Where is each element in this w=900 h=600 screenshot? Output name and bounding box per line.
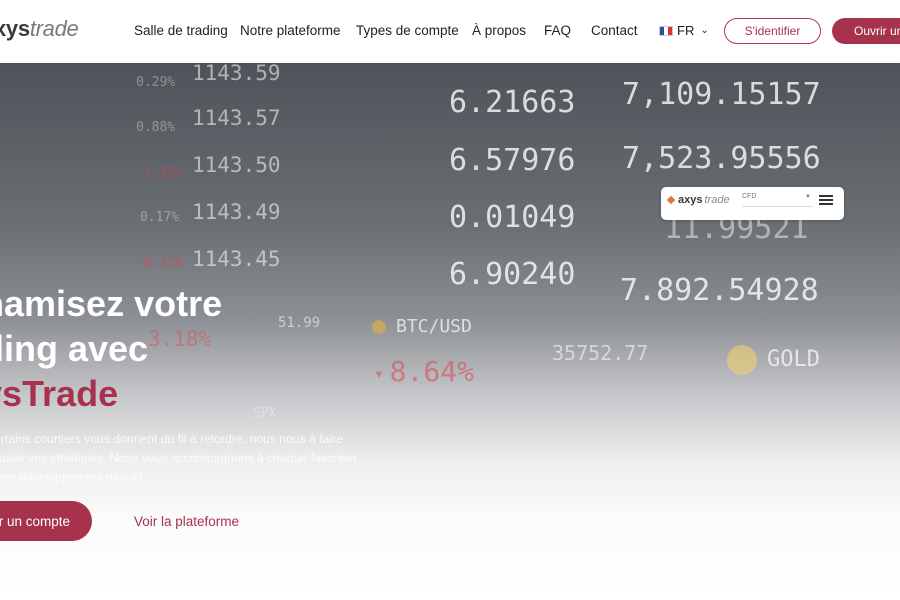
nav-contact[interactable]: Contact — [591, 23, 638, 38]
headline-line: namisez votre — [0, 283, 223, 324]
bitcoin-icon — [372, 320, 386, 334]
hero-description: certains courtiers vous donnent du fil à… — [0, 432, 358, 484]
ticker-percent: -1.32% — [136, 166, 183, 181]
gold-icon — [727, 345, 757, 375]
ticker-value: 1143.59 — [192, 63, 281, 85]
logo-mark-icon — [666, 195, 676, 205]
instrument-select[interactable]: CFD ▼ — [742, 193, 813, 207]
crypto-price: 35752.77 — [552, 341, 649, 365]
login-button[interactable]: S'identifier — [724, 18, 821, 44]
open-account-cta-button[interactable]: r un compte — [0, 501, 92, 541]
ticker-value: 1143.57 — [192, 106, 281, 130]
hamburger-menu-icon[interactable] — [819, 195, 833, 207]
nav-faq[interactable]: FAQ — [544, 23, 571, 38]
ticker-value: 1143.45 — [192, 247, 281, 271]
view-platform-link[interactable]: Voir la plateforme — [134, 514, 239, 529]
ticker-percent: 0.88% — [136, 120, 176, 135]
ticker-value: 0.01049 — [449, 200, 576, 235]
ticker-value: 6.90240 — [449, 257, 576, 292]
chevron-down-icon: ⌄ — [700, 25, 709, 36]
hero-section: 6.21663 6.57976 0.01049 6.90240 7,109.15… — [0, 63, 900, 600]
ticker-value: 6.57976 — [449, 143, 576, 178]
nav-platform[interactable]: Notre plateforme — [240, 23, 341, 38]
open-account-button[interactable]: Ouvrir un c — [832, 18, 900, 44]
ticker-value: 51.99 — [278, 315, 321, 331]
ticker-value: 7,523.95556 — [622, 141, 821, 176]
platform-preview-widget[interactable]: axys trade CFD ▼ — [661, 187, 844, 220]
nav-about[interactable]: À propos — [472, 23, 526, 38]
ticker-value: 1143.50 — [192, 153, 281, 177]
crypto-symbol: BTC/USD — [372, 316, 472, 337]
ticker-value: 6.21663 — [449, 85, 576, 120]
nav-account-types[interactable]: Types de compte — [356, 23, 459, 38]
france-flag-icon — [659, 25, 673, 36]
site-header: xystrade Salle de trading Notre platefor… — [0, 0, 900, 63]
ticker-value: 1143.49 — [192, 200, 281, 224]
arrow-down-icon: ▾ — [374, 363, 384, 383]
brand-logo[interactable]: xystrade — [0, 16, 79, 42]
chevron-down-icon: ▼ — [805, 194, 811, 200]
ticker-percent: 0.17% — [140, 210, 180, 225]
ticker-value: 7.892.54928 — [620, 273, 819, 308]
headline-accent: ysTrade — [0, 373, 119, 414]
gold-symbol: GOLD — [727, 345, 820, 375]
widget-logo: axys trade — [666, 194, 730, 206]
language-selector[interactable]: FR ⌄ — [659, 23, 709, 38]
headline-line: ding avec — [0, 328, 149, 369]
nav-trading-room[interactable]: Salle de trading — [134, 23, 228, 38]
ticker-percent: 0.29% — [136, 75, 176, 90]
ticker-value: 7,109.15157 — [622, 77, 821, 112]
ticker-label: SPX — [253, 406, 277, 421]
crypto-change: ▾ 8.64% — [374, 355, 474, 388]
ticker-percent: -0.12% — [136, 256, 183, 271]
hero-headline: namisez votre ding avec ysTrade — [0, 281, 222, 416]
